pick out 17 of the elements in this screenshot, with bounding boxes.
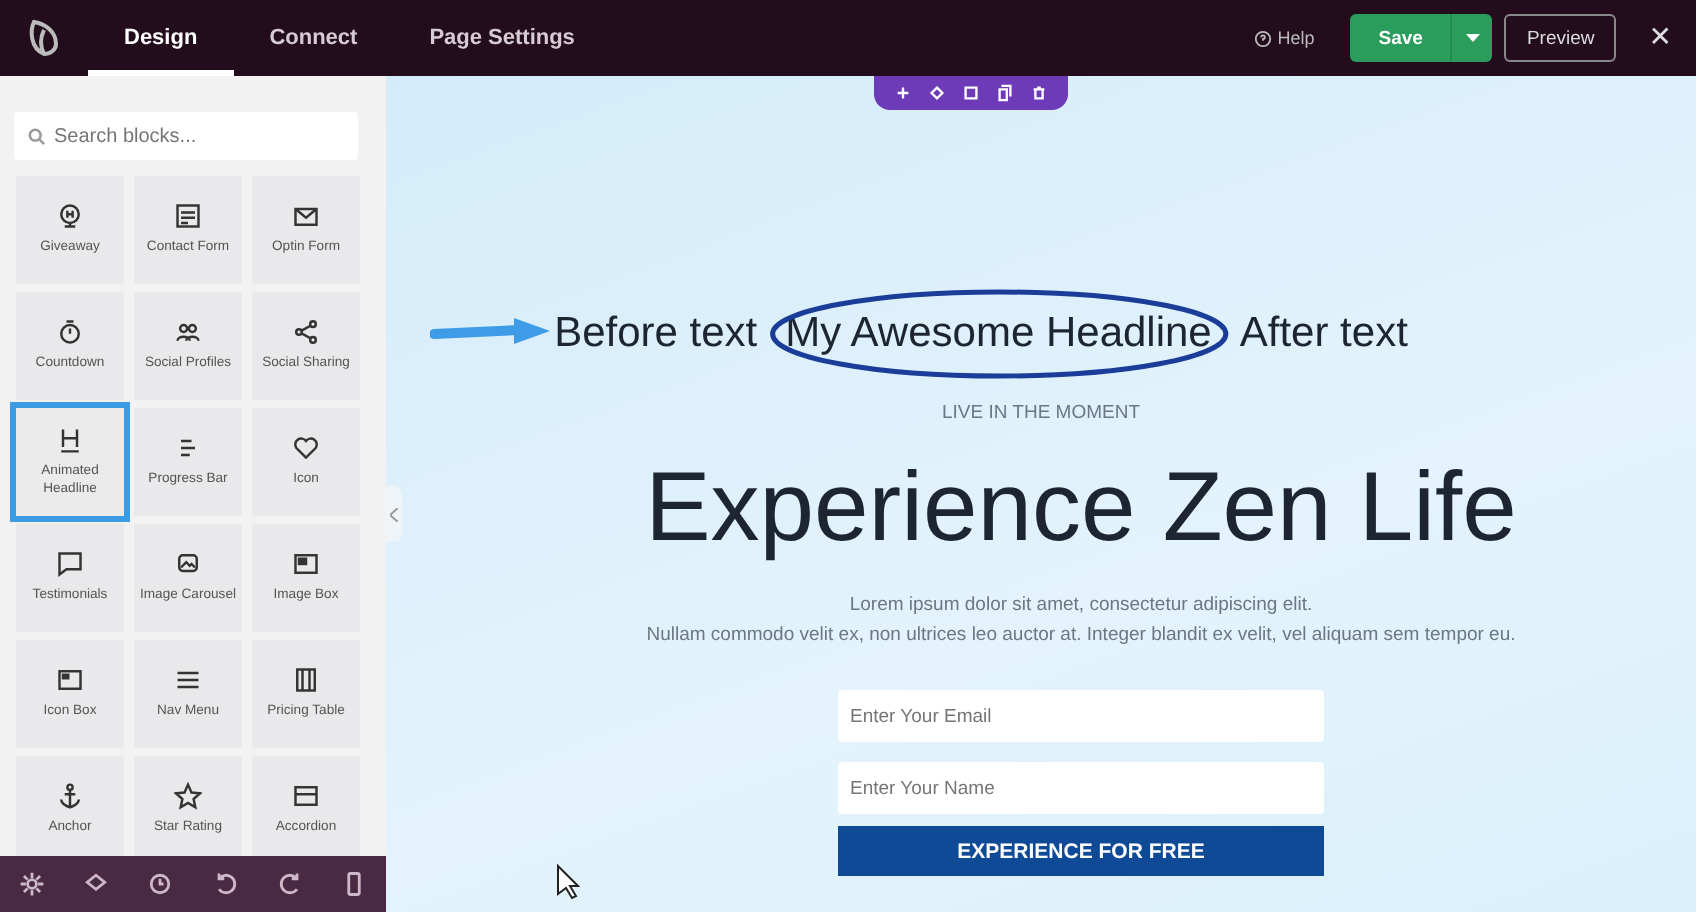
body-text: Lorem ipsum dolor sit amet, consectetur adipiscing elit. [847, 592, 1315, 620]
headline-text: Before text [554, 310, 758, 358]
cta-button[interactable]: EXPERIENCE FOR FREE [838, 826, 1324, 877]
highlighted-headline: My Awesome Headline [781, 310, 1216, 358]
input-field[interactable]: Enter Your Email [838, 690, 1324, 743]
nav-tab[interactable]: Connect [233, 0, 394, 76]
headline-text: After text [1239, 310, 1408, 358]
save-button[interactable]: Save [1350, 14, 1451, 62]
preview-button[interactable]: Preview [1504, 14, 1617, 62]
help-link[interactable]: Help [1253, 28, 1315, 48]
body-text: Nullam commodo velit ex, non ultrices leo auctor at. Integer blandit ex velit, vel aliquam sem tempor eu. [646, 621, 1516, 650]
close-button[interactable]: ✕ [1636, 20, 1684, 56]
search-field[interactable]: Search blocks... [14, 112, 358, 160]
nav-tab[interactable]: Page Settings [393, 0, 611, 76]
eyebrow-text: LIVE IN THE MOMENT [941, 402, 1141, 424]
hero-title: Experience Zen Life [645, 452, 1517, 564]
input-field[interactable]: Enter Your Name [838, 762, 1324, 815]
